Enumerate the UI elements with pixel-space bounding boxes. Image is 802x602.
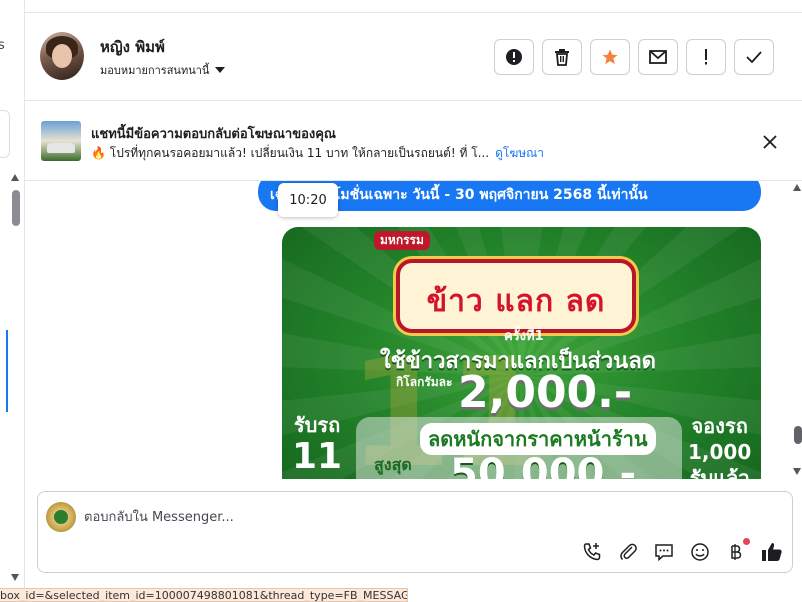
- saved-replies-button[interactable]: [652, 540, 676, 564]
- payment-notification-dot: [743, 538, 750, 545]
- assign-conversation-dropdown[interactable]: มอบหมายการสนทนานี้: [100, 61, 226, 79]
- sidebar-scroll-down-icon[interactable]: [11, 574, 19, 581]
- contact-avatar[interactable]: [40, 32, 84, 80]
- ad-reply-title: แชทนี้มีข้อความตอบกลับต่อโฆษณาของคุณ: [91, 127, 336, 142]
- ad-image-line2-big: 2,000.-: [458, 367, 633, 418]
- sidebar-cut-text: s: [0, 38, 5, 53]
- chat-scroll-down-icon[interactable]: [793, 468, 801, 475]
- view-ad-link[interactable]: ดูโฆษณา: [495, 144, 544, 163]
- paperclip-icon: [620, 543, 637, 561]
- mark-unread-button[interactable]: [638, 39, 678, 75]
- contact-name[interactable]: หญิง พิมพ์: [100, 35, 165, 59]
- smiley-icon: [691, 543, 709, 561]
- ad-image-line4-big: 50,000.-: [450, 451, 637, 479]
- ad-image-left-top: รับรถ: [293, 413, 341, 437]
- attach-button[interactable]: [616, 540, 640, 564]
- ad-image-left-big: 11: [292, 436, 343, 477]
- browser-status-url: box_id=&selected_item_id=100007498801081…: [0, 588, 408, 602]
- message-thread: เฉพาะโปรโมชั่นเฉพาะ วันนี้ - 30 พฤศจิกาย…: [25, 181, 802, 479]
- ad-reply-banner: แชทนี้มีข้อความตอบกลับต่อโฆษณาของคุณ 🔥 โ…: [25, 101, 802, 181]
- conversation-header: หญิง พิมพ์ มอบหมายการสนทนานี้: [25, 12, 802, 101]
- ad-image-line2-small: กิโลกรัมละ: [396, 375, 453, 389]
- ad-image-right-num: 1,000: [688, 440, 752, 464]
- phone-plus-icon: [583, 543, 601, 561]
- chat-bubble-dots-icon: [655, 544, 673, 562]
- exclamation-icon: [705, 49, 707, 65]
- ad-reply-subtitle-row: 🔥 โปรที่ทุกคนรอคอยมาแล้ว! เปลี่ยนเงิน 11…: [91, 144, 544, 163]
- like-button[interactable]: [760, 540, 784, 564]
- ad-image-sign: ข้าว แลก ลด: [396, 259, 636, 333]
- close-icon: [763, 135, 777, 149]
- page-avatar-emblem: [54, 510, 68, 524]
- chat-scroll-up-icon[interactable]: [793, 184, 801, 191]
- report-spam-button[interactable]: [494, 39, 534, 75]
- ad-image-sign-main: ข้าว แลก ลด: [426, 283, 606, 319]
- sidebar-scrollbar-thumb[interactable]: [12, 190, 20, 226]
- delete-button[interactable]: [542, 39, 582, 75]
- check-icon: [746, 51, 762, 63]
- outgoing-ad-image[interactable]: 11 ข้าว แลก ลด มหกรรม ครั้งที่1 ใช้ข้าวส…: [282, 227, 761, 479]
- mark-done-button[interactable]: [734, 39, 774, 75]
- ad-reply-subtitle: 🔥 โปรที่ทุกคนรอคอยมาแล้ว! เปลี่ยนเงิน 11…: [91, 146, 490, 160]
- reply-input[interactable]: [84, 506, 764, 528]
- follow-up-button[interactable]: [686, 39, 726, 75]
- baht-icon: [731, 544, 742, 560]
- star-button[interactable]: [590, 39, 630, 75]
- call-button[interactable]: [580, 540, 604, 564]
- composer-tools: [580, 538, 784, 564]
- chat-scrollbar-thumb[interactable]: [794, 426, 802, 444]
- close-banner-button[interactable]: [759, 131, 781, 153]
- ad-image-right-column: จองรถ 1,000 รับแล้ว: [688, 413, 751, 479]
- message-time-tooltip: 10:20: [278, 183, 338, 217]
- ad-image-right-bottom: รับแล้ว: [689, 466, 750, 479]
- ad-image-right-top: จองรถ: [691, 414, 748, 438]
- payment-button[interactable]: [724, 538, 750, 564]
- ad-image-left-column: รับรถ 11: [292, 413, 342, 477]
- exclamation-circle-icon: [506, 49, 522, 65]
- sidebar-scroll-up-icon[interactable]: [11, 174, 19, 181]
- star-icon: [602, 49, 618, 65]
- reply-composer: [37, 491, 793, 573]
- thumbs-up-icon: [762, 543, 782, 561]
- page-avatar: [46, 502, 76, 532]
- ad-image-line4-small: สูงสุด: [374, 455, 412, 474]
- ad-image-sign-top: มหกรรม: [374, 231, 430, 250]
- inbox-window: s หญิง พิมพ์ มอบหมายการสนทนานี้ แชทนี้มี…: [0, 0, 802, 602]
- caret-down-icon: [215, 67, 226, 73]
- ad-thumbnail-car: [47, 143, 75, 153]
- ad-thumbnail[interactable]: [41, 121, 81, 161]
- conversation-actions: [494, 39, 774, 75]
- trash-icon: [555, 49, 569, 66]
- sidebar-selection-indicator: [6, 330, 8, 412]
- avatar-face: [52, 44, 72, 68]
- assign-conversation-label: มอบหมายการสนทนานี้: [100, 64, 210, 77]
- left-sidebar-partial: s: [0, 0, 25, 588]
- emoji-button[interactable]: [688, 540, 712, 564]
- sidebar-cut-card[interactable]: [0, 110, 10, 158]
- envelope-icon: [649, 50, 667, 64]
